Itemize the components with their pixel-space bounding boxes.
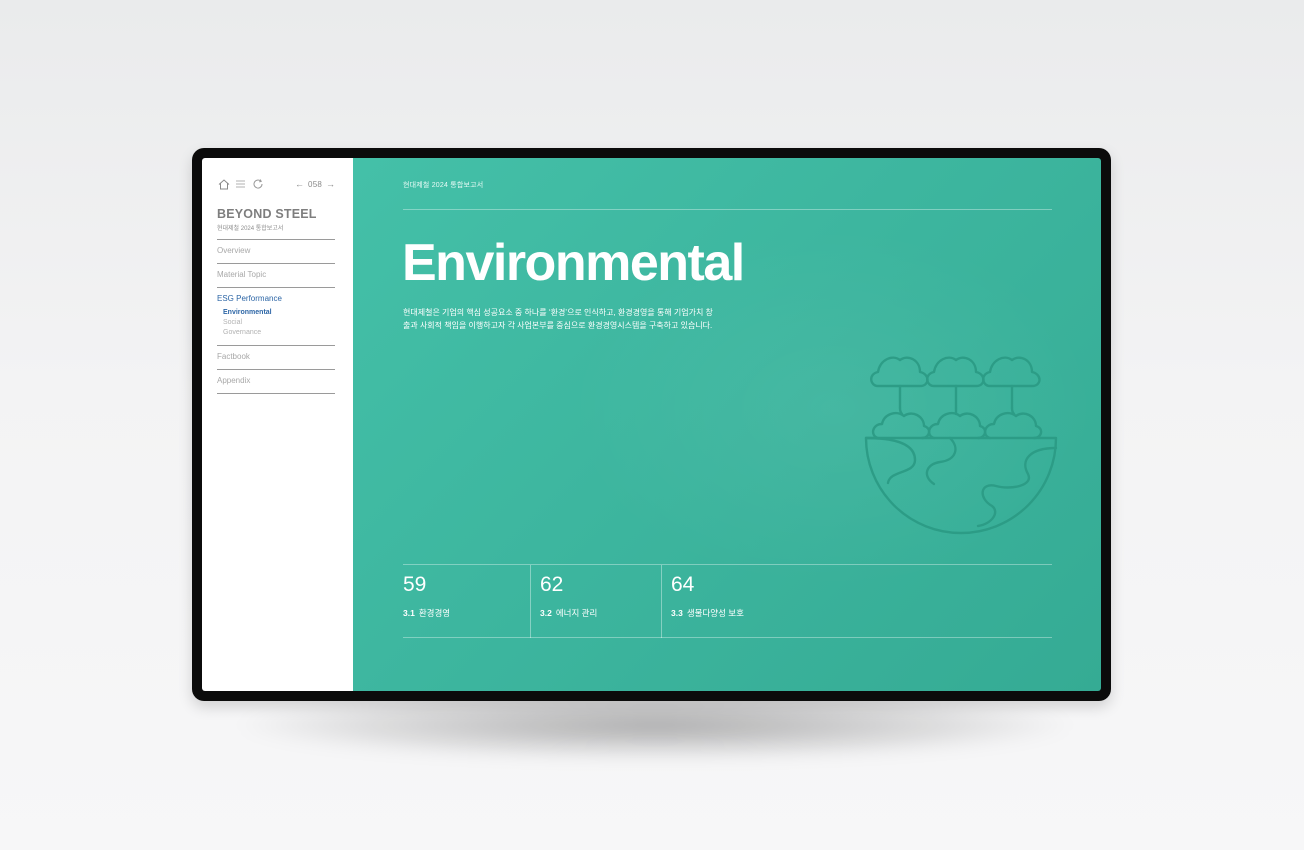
section-label: 3.1 환경경영 xyxy=(403,607,530,619)
sidebar-toolbar: ← 058 → xyxy=(217,178,335,190)
section-page-number: 64 xyxy=(671,573,695,596)
sidebar-item-factbook[interactable]: Factbook xyxy=(217,345,335,369)
section-title: 생물다양성 보호 xyxy=(686,608,744,618)
screen: ← 058 → BEYOND STEEL 현대제철 2024 통합보고서 Ove… xyxy=(202,158,1101,691)
section-page-number: 62 xyxy=(540,573,564,596)
section-page-number: 59 xyxy=(403,573,427,596)
stats-bottom-divider xyxy=(403,637,1052,638)
section-number: 3.1 xyxy=(403,608,415,618)
section-label: 3.2 에너지 관리 xyxy=(540,607,661,619)
sidebar-item-appendix[interactable]: Appendix xyxy=(217,369,335,394)
section-label: 3.3 생물다양성 보호 xyxy=(671,607,811,619)
sidebar-item-label: Material Topic xyxy=(217,270,267,279)
sidebar-item-overview[interactable]: Overview xyxy=(217,239,335,263)
next-page-arrow-icon[interactable]: → xyxy=(326,179,335,189)
sidebar-item-material-topic[interactable]: Material Topic xyxy=(217,263,335,287)
section-link-3-3[interactable]: 64 3.3 생물다양성 보호 xyxy=(661,565,811,638)
home-icon[interactable] xyxy=(217,178,230,190)
section-number: 3.3 xyxy=(671,608,683,618)
sidebar-item-esg-performance[interactable]: ESG Performance Environmental Social Gov… xyxy=(217,287,335,345)
refresh-icon[interactable] xyxy=(251,178,264,190)
subnav-item-social[interactable]: Social xyxy=(223,318,335,328)
brand-subtitle: 현대제철 2024 통합보고서 xyxy=(217,226,284,232)
brand-title[interactable]: BEYOND STEEL xyxy=(217,207,353,221)
tree-globe-icon xyxy=(864,356,1058,535)
report-title: 현대제철 2024 통합보고서 xyxy=(403,182,484,189)
page-number: 058 xyxy=(308,179,322,189)
section-title: 환경경영 xyxy=(418,608,451,618)
section-link-3-2[interactable]: 62 3.2 에너지 관리 xyxy=(530,565,661,638)
sidebar-item-label: ESG Performance xyxy=(217,294,282,303)
prev-page-arrow-icon[interactable]: ← xyxy=(295,179,304,189)
sidebar-item-label: Appendix xyxy=(217,376,251,385)
top-divider xyxy=(403,209,1052,210)
section-title: 에너지 관리 xyxy=(555,608,598,618)
sidebar-subnav: Environmental Social Governance xyxy=(217,308,335,338)
section-description: 현대제철은 기업의 핵심 성공요소 중 하나를 ‘환경’으로 인식하고, 환경경… xyxy=(403,308,713,330)
page-heading: Environmental xyxy=(402,234,745,292)
subnav-item-environmental[interactable]: Environmental xyxy=(223,308,335,318)
sidebar-item-label: Factbook xyxy=(217,352,250,361)
tablet-device: ← 058 → BEYOND STEEL 현대제철 2024 통합보고서 Ove… xyxy=(192,148,1111,701)
section-link-3-1[interactable]: 59 3.1 환경경영 xyxy=(403,565,530,638)
subnav-item-governance[interactable]: Governance xyxy=(223,328,335,338)
sidebar: ← 058 → BEYOND STEEL 현대제철 2024 통합보고서 Ove… xyxy=(202,158,353,691)
section-number: 3.2 xyxy=(540,608,552,618)
main-content: 현대제철 2024 통합보고서 Environmental 현대제철은 기업의 … xyxy=(353,158,1101,691)
menu-icon[interactable] xyxy=(234,178,247,190)
page-navigator: ← 058 → xyxy=(295,179,335,189)
sidebar-nav: Overview Material Topic ESG Performance … xyxy=(217,239,335,394)
section-links: 59 3.1 환경경영 62 3.2 에너지 관리 64 3.3 생물다양성 보호 xyxy=(403,565,1052,638)
sidebar-item-label: Overview xyxy=(217,246,251,255)
